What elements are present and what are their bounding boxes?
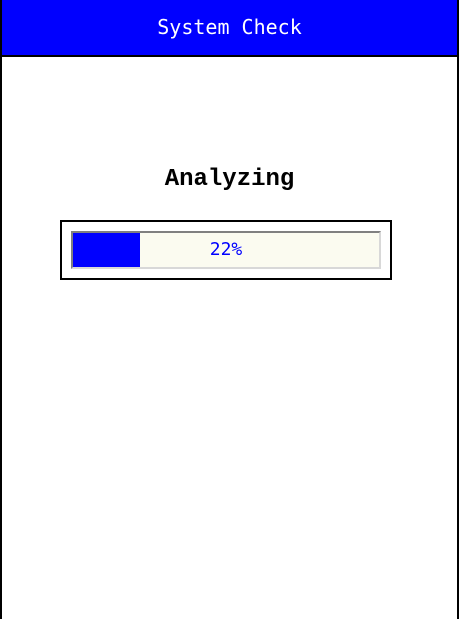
window-title: System Check <box>157 15 302 39</box>
status-label: Analyzing <box>164 166 295 193</box>
progress-bar-frame: 22% <box>60 220 392 280</box>
title-bar-divider <box>2 55 457 57</box>
system-check-window: System Check Analyzing 22% <box>0 0 459 619</box>
progress-bar-track: 22% <box>71 231 381 269</box>
window-title-bar: System Check <box>2 0 457 55</box>
progress-percent-text: 22% <box>209 239 243 260</box>
